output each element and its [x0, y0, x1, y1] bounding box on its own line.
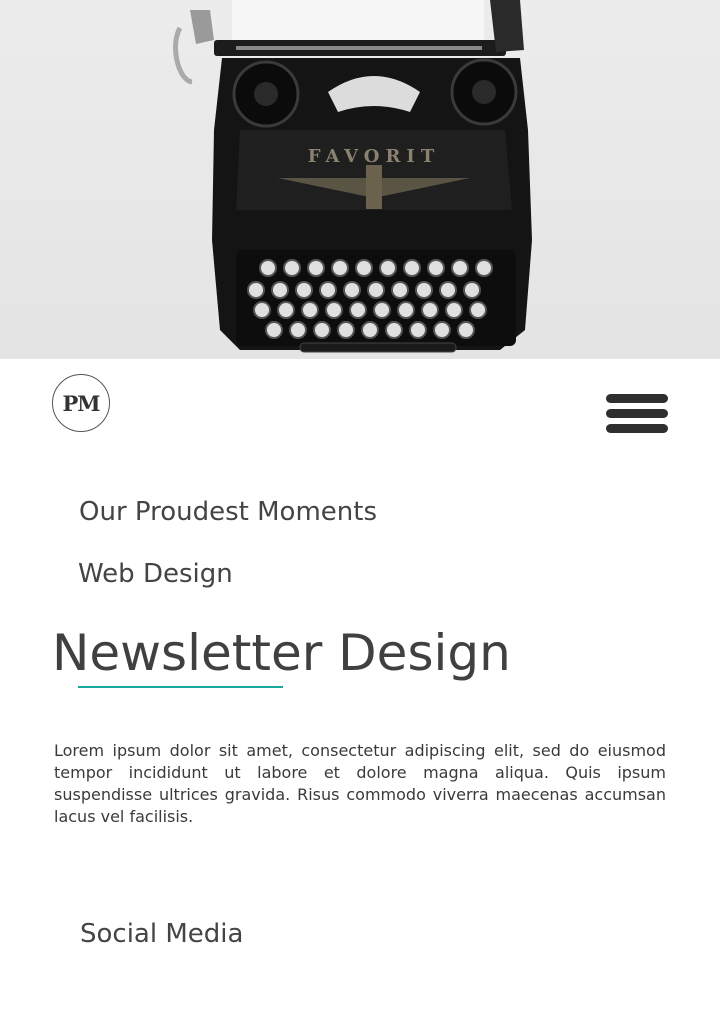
- menu-bar: [606, 409, 668, 418]
- hero-typewriter-image: FAVORIT: [0, 0, 720, 359]
- project-description: Lorem ipsum dolor sit amet, consectetur …: [54, 741, 666, 826]
- menu-bar: [606, 394, 668, 403]
- logo[interactable]: PM: [52, 374, 110, 432]
- menu-bar: [606, 424, 668, 433]
- nav-item-newsletter-design-active[interactable]: Newsletter Design: [52, 624, 511, 682]
- hamburger-menu-icon[interactable]: [606, 394, 668, 436]
- nav-item-our-proudest-moments[interactable]: Our Proudest Moments: [79, 497, 377, 527]
- active-underline: [78, 686, 283, 688]
- typewriter-brand-text: FAVORIT: [308, 146, 440, 167]
- nav-item-web-design[interactable]: Web Design: [78, 559, 233, 589]
- nav-item-social-media[interactable]: Social Media: [80, 919, 243, 949]
